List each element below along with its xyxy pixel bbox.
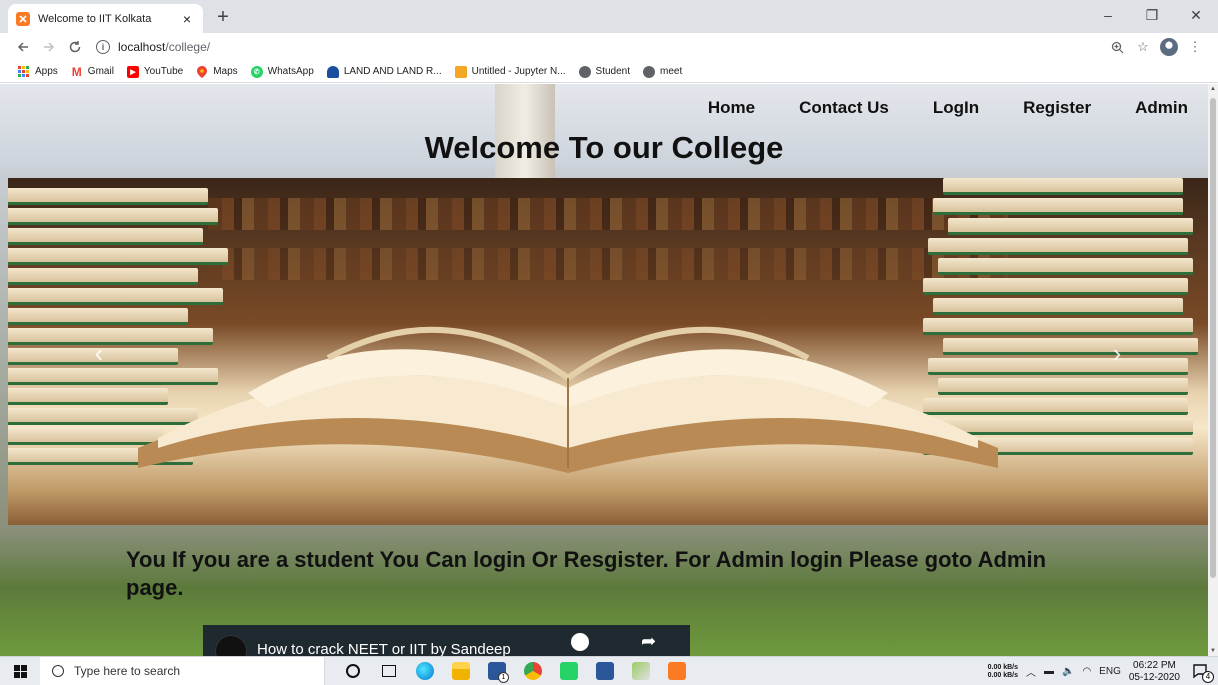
- whatsapp-taskbar-icon[interactable]: [551, 657, 587, 685]
- clock-time: 06:22 PM: [1133, 659, 1176, 671]
- page-title: Welcome To our College: [424, 130, 784, 165]
- jupyter-icon: [454, 65, 467, 78]
- browser-toolbar: i localhost /college/ ☆ ⋮: [0, 33, 1218, 61]
- language-indicator[interactable]: ENG: [1099, 666, 1121, 677]
- zoom-icon[interactable]: [1104, 35, 1130, 59]
- info-message: You If you are a student You Can login O…: [126, 547, 1047, 600]
- file-explorer-icon[interactable]: [443, 657, 479, 685]
- land-icon: [326, 65, 339, 78]
- arrow-left-icon: [17, 42, 28, 52]
- mail-badge: 1: [498, 671, 509, 683]
- bookmark-student[interactable]: Student: [578, 65, 630, 78]
- arrow-right-icon: [44, 42, 55, 52]
- windows-logo-icon: [13, 664, 27, 678]
- start-button[interactable]: [0, 657, 40, 685]
- profile-avatar[interactable]: [1156, 35, 1182, 59]
- browser-tabstrip: Welcome to IIT Kolkata × + – ❐ ✕: [0, 0, 1218, 33]
- nav-admin[interactable]: Admin: [1135, 98, 1188, 118]
- window-controls: – ❐ ✕: [1086, 0, 1218, 30]
- tab-title: Welcome to IIT Kolkata: [38, 12, 152, 25]
- taskbar-search-box[interactable]: Type here to search: [40, 656, 325, 685]
- youtube-icon: ▶: [126, 65, 139, 78]
- site-info-icon[interactable]: i: [96, 40, 110, 54]
- open-book-image: [138, 326, 998, 473]
- url-host: localhost: [118, 40, 166, 54]
- whatsapp-icon: ✆: [250, 65, 263, 78]
- notification-center-icon[interactable]: 4: [1192, 663, 1214, 683]
- taskbar-apps: 1: [335, 657, 695, 685]
- bookmark-apps[interactable]: Apps: [18, 66, 58, 77]
- scrollbar-thumb[interactable]: [1210, 98, 1216, 578]
- maps-icon: [196, 65, 208, 78]
- system-clock[interactable]: 06:22 PM 05-12-2020: [1129, 660, 1180, 684]
- page-scrollbar[interactable]: ▲ ▼: [1208, 84, 1218, 656]
- nav-login[interactable]: LogIn: [933, 98, 979, 118]
- site-nav: Home Contact Us LogIn Register Admin: [708, 98, 1188, 118]
- bookmark-jupyter[interactable]: Untitled - Jupyter N...: [454, 65, 566, 78]
- minimize-button[interactable]: –: [1086, 0, 1130, 30]
- carousel-prev-button[interactable]: ‹: [84, 338, 114, 369]
- edge-icon[interactable]: [407, 657, 443, 685]
- chrome-icon[interactable]: [515, 657, 551, 685]
- bookmark-youtube[interactable]: ▶ YouTube: [126, 65, 183, 78]
- bookmark-land-and-land[interactable]: LAND AND LAND R...: [326, 65, 442, 78]
- bookmark-maps[interactable]: Maps: [196, 65, 238, 78]
- tab-close-icon[interactable]: ×: [179, 11, 195, 27]
- wifi-icon[interactable]: ◠: [1082, 666, 1091, 677]
- globe-icon: [578, 65, 591, 78]
- image-carousel[interactable]: ‹ ›: [8, 178, 1208, 525]
- network-speed: 0.00 kB/s 0.00 kB/s: [987, 663, 1018, 679]
- share-icon[interactable]: ➦: [641, 631, 656, 652]
- nav-contact-us[interactable]: Contact Us: [799, 98, 889, 118]
- mail-icon[interactable]: 1: [479, 657, 515, 685]
- apps-grid-icon: [18, 66, 30, 77]
- bookshelf-row: [208, 248, 1008, 280]
- back-button[interactable]: [10, 35, 36, 59]
- scroll-down-icon[interactable]: ▼: [1208, 648, 1218, 654]
- gmail-icon: M: [71, 64, 82, 79]
- page-viewport: Home Contact Us LogIn Register Admin Wel…: [0, 84, 1208, 656]
- bookmark-whatsapp[interactable]: ✆ WhatsApp: [250, 65, 314, 78]
- toolbar-actions: ☆ ⋮: [1104, 35, 1218, 59]
- embedded-video[interactable]: How to crack NEET or IIT by Sandeep ➦: [203, 625, 690, 656]
- video-title[interactable]: How to crack NEET or IIT by Sandeep: [257, 641, 511, 656]
- channel-avatar: [215, 635, 247, 656]
- battery-icon[interactable]: ▬: [1044, 666, 1054, 677]
- bookmark-meet[interactable]: meet: [643, 65, 682, 78]
- url-path: /college/: [165, 40, 211, 54]
- scroll-up-icon[interactable]: ▲: [1208, 86, 1218, 92]
- volume-icon[interactable]: 🔈: [1062, 666, 1074, 677]
- clock-date: 05-12-2020: [1128, 671, 1180, 683]
- bookmark-star-icon[interactable]: ☆: [1130, 35, 1156, 59]
- search-icon: [52, 665, 64, 677]
- word-icon[interactable]: [587, 657, 623, 685]
- bookshelf-row: [208, 198, 1008, 230]
- browser-tab[interactable]: Welcome to IIT Kolkata ×: [8, 4, 203, 33]
- windows-taskbar: Type here to search 1 0.00 kB/s 0.00 kB/…: [0, 656, 1218, 685]
- forward-button[interactable]: [36, 35, 62, 59]
- task-view-icon[interactable]: [371, 657, 407, 685]
- cortana-icon[interactable]: [335, 657, 371, 685]
- nav-register[interactable]: Register: [1023, 98, 1091, 118]
- bookmarks-bar: Apps M Gmail ▶ YouTube Maps ✆ WhatsApp L…: [0, 61, 1218, 83]
- notepad-icon[interactable]: [623, 657, 659, 685]
- notification-count: 4: [1202, 670, 1214, 683]
- new-tab-button[interactable]: +: [212, 6, 234, 28]
- reload-icon: [69, 41, 81, 53]
- maximize-button[interactable]: ❐: [1130, 0, 1174, 30]
- address-bar[interactable]: i localhost /college/: [96, 36, 1104, 58]
- taskbar-search-placeholder: Type here to search: [74, 664, 181, 678]
- bookmark-gmail[interactable]: M Gmail: [71, 64, 114, 79]
- watch-later-icon[interactable]: [571, 633, 589, 651]
- reload-button[interactable]: [62, 35, 88, 59]
- chevron-up-icon[interactable]: ︿: [1026, 664, 1036, 679]
- system-tray: 0.00 kB/s 0.00 kB/s ︿ ▬ 🔈 ◠ ENG 06:22 PM…: [988, 657, 1218, 685]
- close-window-button[interactable]: ✕: [1174, 0, 1218, 30]
- menu-kebab-icon[interactable]: ⋮: [1182, 35, 1208, 59]
- carousel-next-button[interactable]: ›: [1102, 338, 1132, 369]
- nav-home[interactable]: Home: [708, 98, 755, 118]
- xampp-icon[interactable]: [659, 657, 695, 685]
- globe-icon: [643, 65, 656, 78]
- xampp-favicon-icon: [16, 11, 30, 26]
